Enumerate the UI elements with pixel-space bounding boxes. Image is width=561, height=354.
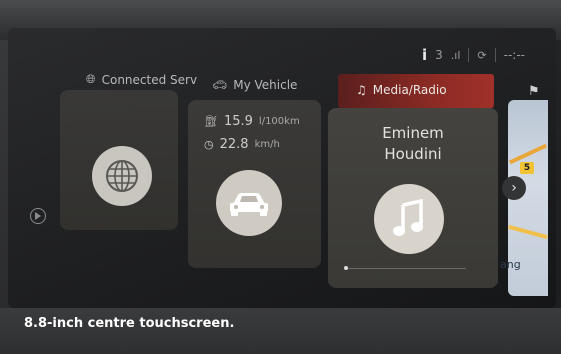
info-icon[interactable]: i (422, 46, 427, 64)
destination-flag-icon[interactable]: ⚑ (528, 84, 540, 99)
globe-icon-graphic (106, 160, 138, 192)
fuel-unit: l/100km (258, 116, 300, 127)
clock: --:-- (503, 48, 525, 62)
chevron-right-icon[interactable]: › (502, 176, 526, 200)
globe-icon (92, 146, 152, 206)
my-vehicle-title[interactable]: 🚗︎ My Vehicle (212, 78, 297, 92)
connected-services-label: Connected Serv (101, 72, 198, 87)
caption-bar (0, 308, 561, 354)
notification-count: 3 (435, 48, 443, 62)
status-separator (494, 48, 496, 62)
speed-unit: km/h (254, 139, 280, 150)
play-control-icon[interactable] (30, 208, 46, 224)
my-vehicle-label: My Vehicle (233, 78, 298, 92)
average-speed: ◷ 22.8 km/h (204, 137, 280, 152)
car-small-icon: 🚗︎ (212, 78, 228, 92)
speed-value: 22.8 (219, 137, 249, 152)
fuel-value: 15.9 (223, 114, 253, 129)
fuel-consumption: ⛽︎ 15.9 l/100km (204, 114, 300, 129)
car-icon (216, 170, 282, 236)
fuel-icon: ⛽︎ (204, 115, 218, 128)
track-title: Houdini (384, 145, 442, 163)
car-icon-graphic (230, 193, 268, 216)
track-artist: Eminem (382, 124, 444, 142)
media-radio-title[interactable]: ♫ Media/Radio (356, 83, 447, 97)
status-separator (468, 48, 470, 62)
music-small-icon: ♫ (356, 83, 367, 97)
playback-progress-track[interactable] (346, 268, 466, 269)
connected-services-title[interactable]: 🌐︎ Connected Serv (86, 72, 197, 87)
status-bar: i 3 .ıl ⟳ --:-- (422, 44, 552, 66)
clock-icon: ◷ (204, 138, 214, 151)
photo-caption: 8.8-inch centre touchscreen. (24, 316, 235, 331)
map-place-label: ang (500, 258, 521, 271)
sync-icon[interactable]: ⟳ (477, 49, 486, 62)
map-road (508, 224, 548, 240)
signal-icon: .ıl (450, 48, 461, 62)
globe-small-icon: 🌐︎ (86, 72, 96, 86)
music-note-icon (374, 184, 444, 254)
route-number-badge: 5 (520, 162, 534, 174)
media-radio-label: Media/Radio (372, 83, 447, 97)
playback-progress-handle[interactable] (344, 266, 348, 270)
music-note-graphic (393, 199, 423, 236)
